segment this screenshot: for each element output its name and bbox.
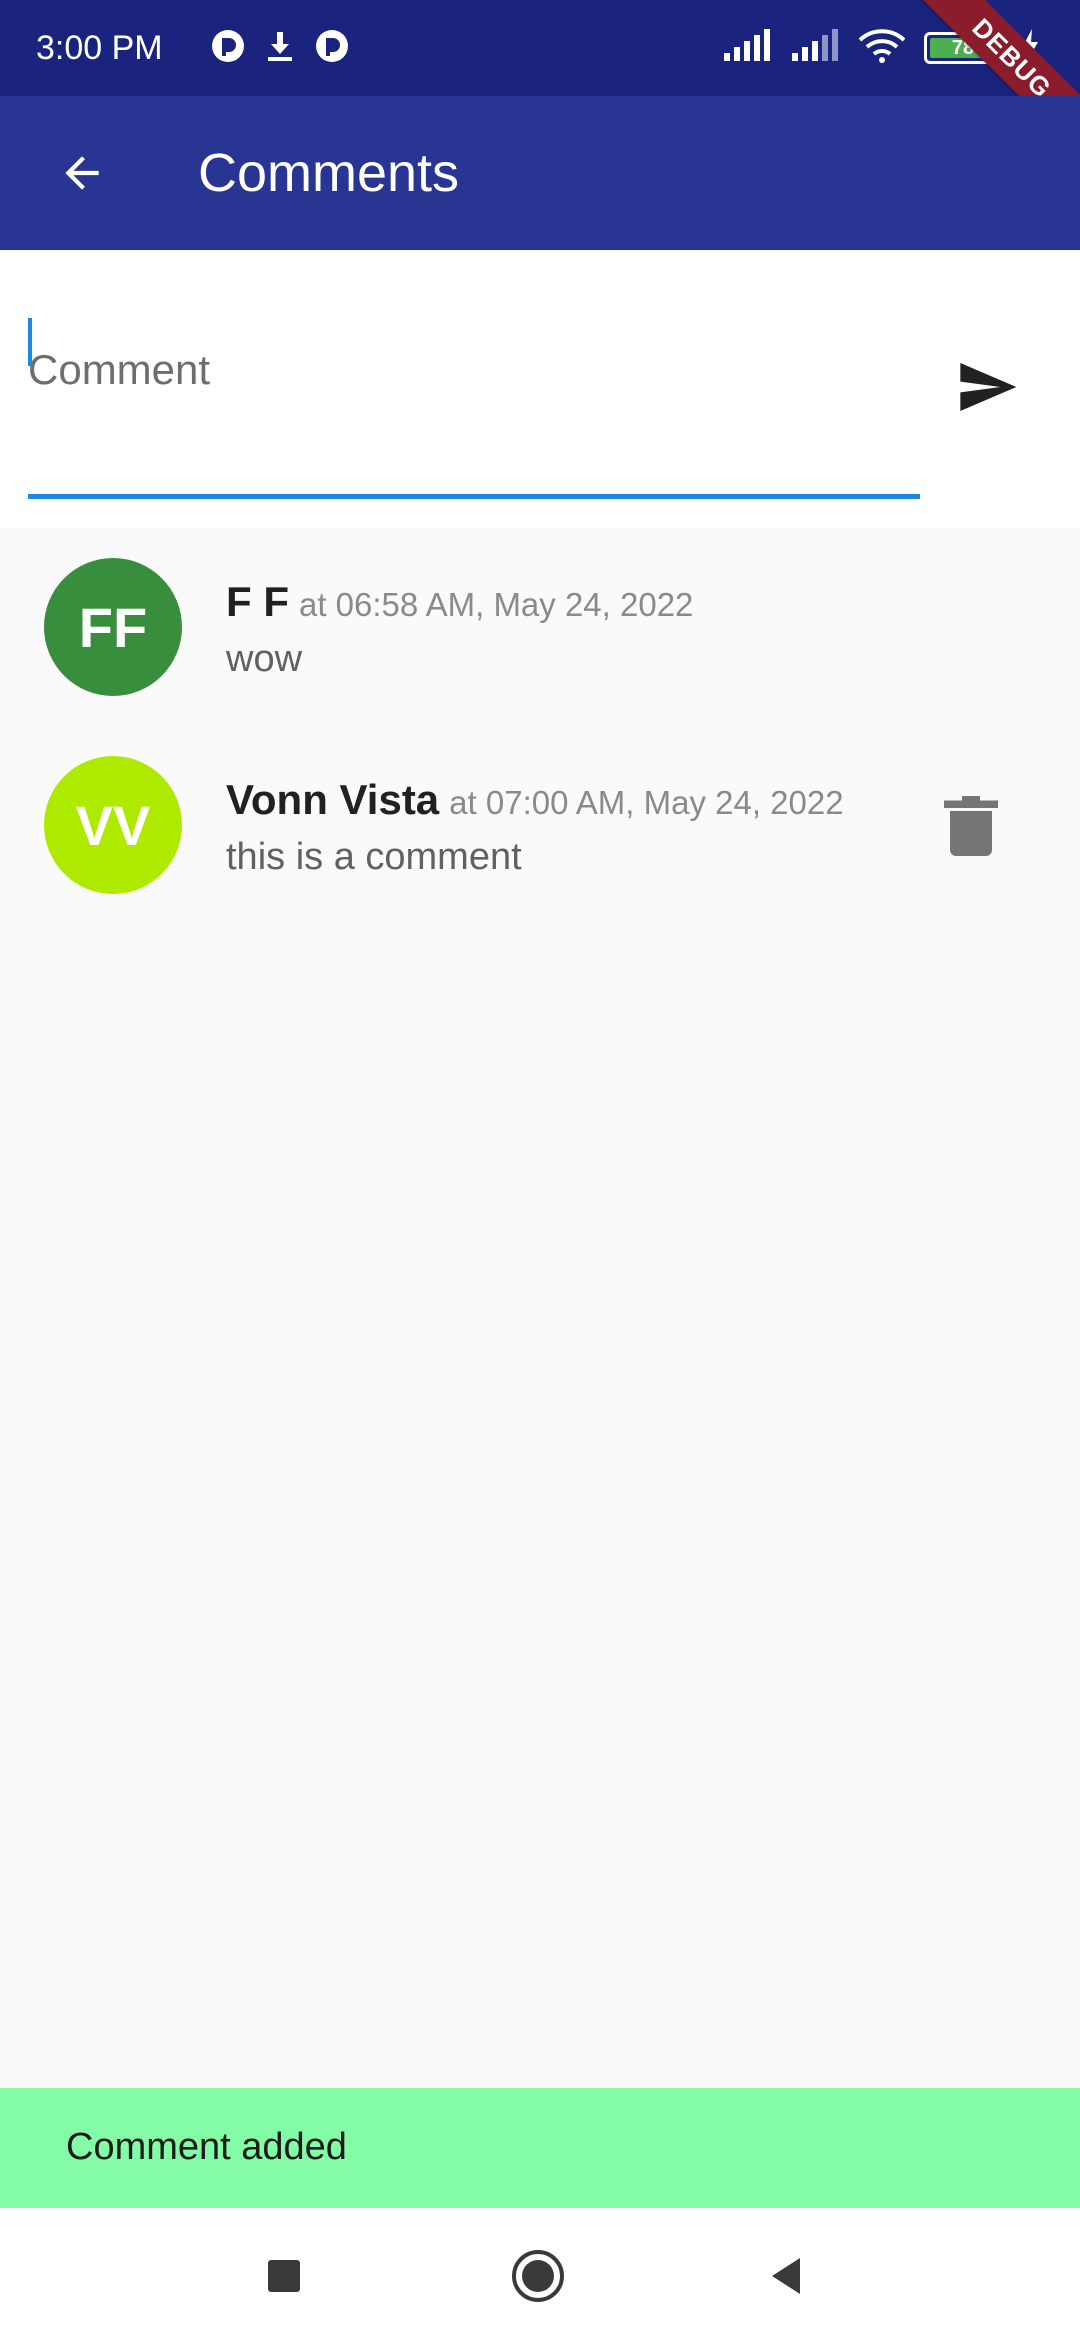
comment-text: wow	[226, 638, 303, 680]
download-icon	[264, 28, 296, 69]
wifi-icon	[858, 28, 906, 69]
app-notification-icon-2	[314, 28, 350, 69]
comment-author: F F	[226, 578, 289, 625]
avatar: VV	[44, 756, 182, 894]
page-title: Comments	[198, 143, 460, 203]
comment-timestamp: at 06:58 AM, May 24, 2022	[298, 586, 694, 623]
app-notification-icon	[210, 28, 246, 69]
comment-author: Vonn Vista	[226, 776, 440, 823]
delete-comment-button[interactable]	[944, 796, 998, 856]
back-nav-button[interactable]	[754, 2244, 818, 2308]
comment-item: FF F Fat 06:58 AM, May 24, 2022 wow	[0, 548, 1080, 738]
comment-header: Vonn Vista at 07:00 AM, May 24, 2022	[226, 776, 844, 824]
comment-input-area	[0, 250, 1080, 528]
comment-input[interactable]	[28, 310, 918, 430]
avatar: FF	[44, 558, 182, 696]
recents-icon	[268, 2260, 300, 2292]
send-icon	[960, 363, 1017, 411]
signal-icon	[722, 28, 772, 68]
recents-button[interactable]	[252, 2244, 316, 2308]
home-button[interactable]	[506, 2244, 570, 2308]
trash-icon	[944, 796, 998, 856]
send-button[interactable]	[950, 350, 1024, 424]
signal-icon-2	[790, 28, 840, 68]
comment-item: VV Vonn Vista at 07:00 AM, May 24, 2022 t…	[0, 746, 1080, 936]
home-icon	[512, 2250, 564, 2302]
status-bar: 3:00 PM 78	[0, 0, 1080, 96]
comment-timestamp: at 07:00 AM, May 24, 2022	[449, 784, 844, 821]
status-time: 3:00 PM	[36, 29, 163, 67]
comment-text: this is a comment	[226, 836, 522, 878]
input-underline	[28, 494, 920, 499]
comment-header: F Fat 06:58 AM, May 24, 2022	[226, 578, 693, 626]
text-cursor	[28, 318, 32, 366]
triangle-back-icon	[772, 2258, 800, 2294]
system-nav-bar	[0, 2208, 1080, 2340]
snackbar-message: Comment added	[66, 2126, 347, 2168]
arrow-back-icon	[65, 156, 99, 190]
status-notification-icons	[210, 26, 350, 70]
snackbar: Comment added	[0, 2088, 1080, 2208]
back-button[interactable]	[38, 129, 126, 217]
app-bar: Comments	[0, 96, 1080, 250]
